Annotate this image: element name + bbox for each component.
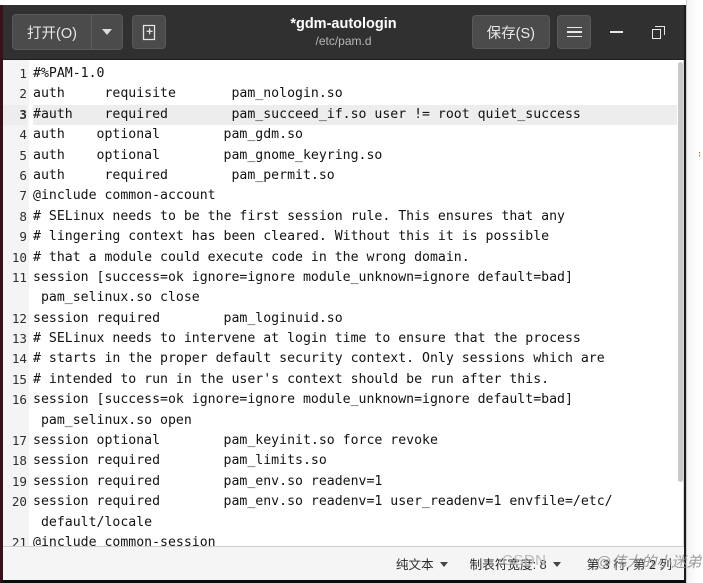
tab-width-label: 制表符宽度: 8 xyxy=(469,558,547,572)
code-line[interactable]: pam_selinux.so open xyxy=(33,411,677,431)
code-line[interactable]: session required pam_env.so readenv=1 xyxy=(33,472,677,492)
code-line[interactable]: auth optional pam_gnome_keyring.so xyxy=(33,146,677,166)
open-button[interactable]: 打开(O) xyxy=(13,15,91,49)
line-number-gutter: 1234567891011 1213141516 17181920 212223 xyxy=(3,60,29,546)
line-number: 1 xyxy=(19,66,27,81)
line-number xyxy=(3,411,27,431)
line-number: 2 xyxy=(19,86,27,102)
code-line[interactable]: # starts in the proper default security … xyxy=(33,349,677,369)
line-number: 5 xyxy=(19,147,27,163)
line-number: 16 xyxy=(11,392,27,408)
code-line[interactable]: auth required pam_permit.so xyxy=(33,166,677,186)
gedit-window: *gdm-autologin /etc/pam.d 打开(O) 保存(S) 1 … xyxy=(0,5,686,583)
code-line[interactable]: session optional pam_keyinit.so force re… xyxy=(33,431,677,451)
language-selector[interactable]: 纯文本 xyxy=(396,554,448,573)
code-line[interactable]: pam_selinux.so close xyxy=(33,288,677,308)
code-line[interactable]: #%PAM-1.0 xyxy=(33,64,677,84)
code-line[interactable]: session required pam_limits.so xyxy=(33,451,677,471)
maximize-restore-icon xyxy=(651,25,665,39)
code-line[interactable]: session required pam_env.so readenv=1 us… xyxy=(33,492,677,512)
headerbar-right-controls: 保存(S) xyxy=(471,15,675,49)
code-line[interactable]: session required pam_loginuid.so xyxy=(33,309,677,329)
status-bar: 纯文本 制表符宽度: 8 第 3 行, 第 2 列 xyxy=(3,546,684,580)
line-number: 20 xyxy=(11,494,27,510)
minimize-icon xyxy=(609,31,623,33)
chevron-down-icon xyxy=(439,562,448,567)
line-number: 19 xyxy=(11,473,27,489)
language-label: 纯文本 xyxy=(395,558,434,572)
code-line[interactable]: # intended to run in the user's context … xyxy=(33,370,677,390)
line-number: 15 xyxy=(11,371,27,387)
line-number: 13 xyxy=(11,331,27,347)
line-number: 7 xyxy=(19,188,27,204)
line-number: 6 xyxy=(19,167,27,183)
line-number: 17 xyxy=(11,433,27,449)
text-editor[interactable]: 1234567891011 1213141516 17181920 212223… xyxy=(3,60,677,546)
window-title: *gdm-autologin xyxy=(290,16,397,32)
line-number: 10 xyxy=(11,249,27,265)
headerbar-left-controls: 打开(O) xyxy=(12,14,166,50)
code-line[interactable]: @include common-account xyxy=(33,186,677,206)
editor-right-border xyxy=(683,60,684,546)
code-line[interactable]: # SELinux needs to be the first session … xyxy=(33,207,677,227)
code-line[interactable]: # lingering context has been cleared. Wi… xyxy=(33,227,677,247)
new-document-icon xyxy=(142,24,156,40)
line-number: 4 xyxy=(19,127,27,143)
code-text-view[interactable]: #%PAM-1.0 auth requisite pam_nologin.so #a… xyxy=(29,60,677,546)
window-subtitle-path: /etc/pam.d xyxy=(315,34,372,48)
code-line[interactable]: @include common-session xyxy=(33,533,677,546)
line-number xyxy=(3,288,27,308)
line-number xyxy=(3,513,27,533)
code-line[interactable]: auth optional pam_gdm.so xyxy=(33,125,677,145)
line-number: 18 xyxy=(11,453,27,469)
line-number: 9 xyxy=(19,229,27,245)
tab-width-selector[interactable]: 制表符宽度: 8 xyxy=(470,554,561,573)
hamburger-menu-icon xyxy=(566,26,582,38)
desktop-background: ∶ *gdm-autologin /etc/pam.d 打开(O) 保存(S) … xyxy=(0,0,703,583)
main-menu-button[interactable] xyxy=(557,15,591,49)
code-line[interactable]: default/locale xyxy=(33,513,677,533)
cursor-position-label: 第 3 行, 第 2 列 xyxy=(586,558,672,572)
editor-area: 1234567891011 1213141516 17181920 212223… xyxy=(3,60,684,546)
line-number: 12 xyxy=(11,310,27,326)
maximize-button[interactable] xyxy=(641,15,675,49)
open-button-group: 打开(O) xyxy=(12,14,123,50)
chevron-down-icon xyxy=(552,562,561,567)
background-text-fragment: ∶ xyxy=(697,150,703,160)
open-dropdown-button[interactable] xyxy=(90,15,122,49)
new-document-button[interactable] xyxy=(131,15,166,49)
window-headerbar: *gdm-autologin /etc/pam.d 打开(O) 保存(S) xyxy=(3,5,684,60)
line-number: 14 xyxy=(11,351,27,367)
line-number: 8 xyxy=(19,208,27,224)
code-line[interactable]: session [success=ok ignore=ignore module… xyxy=(33,268,677,288)
code-line[interactable]: session [success=ok ignore=ignore module… xyxy=(33,390,677,410)
background-right-panel xyxy=(686,0,703,583)
line-number: 21 xyxy=(11,534,27,546)
code-line[interactable]: #auth required pam_succeed_if.so user !=… xyxy=(33,104,677,126)
minimize-button[interactable] xyxy=(599,15,633,49)
line-number: 3 xyxy=(3,104,27,126)
line-number: 11 xyxy=(11,269,27,285)
code-line[interactable]: # SELinux needs to intervene at login ti… xyxy=(33,329,677,349)
save-button[interactable]: 保存(S) xyxy=(471,15,550,49)
chevron-down-icon xyxy=(101,29,112,35)
code-line[interactable]: # that a module could execute code in th… xyxy=(33,248,677,268)
code-line[interactable]: auth requisite pam_nologin.so xyxy=(33,84,677,104)
